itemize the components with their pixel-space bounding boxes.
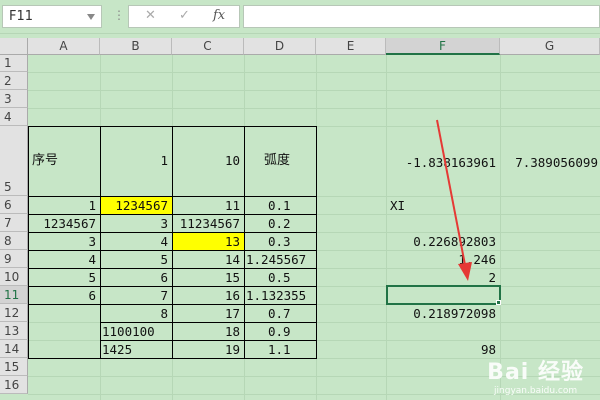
arrow-shaft [436, 119, 467, 271]
watermark-url: jingyan.baidu.com [494, 386, 578, 396]
baidu-jingyan-watermark: Bai 经验 jingyan.baidu.com [487, 354, 584, 396]
watermark-logo: Bai 经验 [487, 360, 584, 385]
red-arrow-annotation [436, 119, 472, 281]
arrow-head [458, 262, 472, 281]
